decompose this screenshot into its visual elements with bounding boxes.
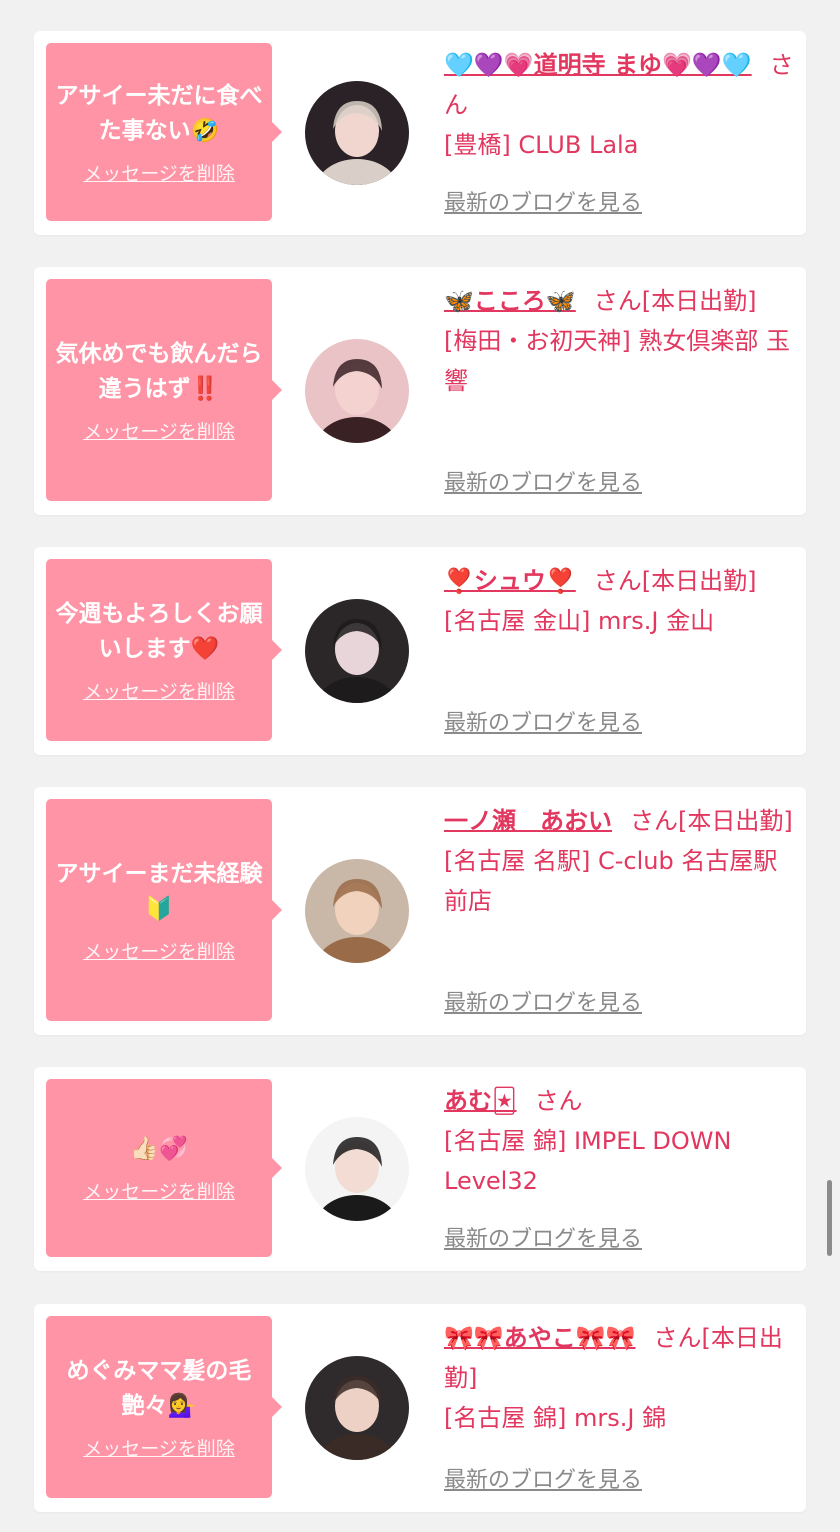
cast-name-link[interactable]: 🦋こころ🦋: [444, 287, 576, 315]
message-card: 👍🏻💞 メッセージを削除 あむ🃏 さん [名古屋 錦] IMPEL DOWN Le…: [34, 1067, 806, 1271]
message-text: アサイーまだ未経験🔰: [55, 860, 263, 922]
cast-info: 一ノ瀬 あおい さん[本日出勤] [名古屋 名駅] C-club 名古屋駅前店: [444, 801, 794, 921]
cast-avatar[interactable]: [305, 339, 409, 443]
cast-name-suffix: さん[本日出勤]: [630, 807, 793, 835]
delete-message-link[interactable]: メッセージを削除: [83, 417, 235, 444]
cast-avatar[interactable]: [305, 81, 409, 185]
latest-blog-link[interactable]: 最新のブログを見る: [444, 705, 642, 737]
shop-name: [梅田・お初天神] 熟女倶楽部 玉響: [444, 327, 790, 395]
latest-blog-link[interactable]: 最新のブログを見る: [444, 1221, 642, 1253]
cast-avatar[interactable]: [305, 1356, 409, 1460]
message-bubble: アサイー未だに食べた事ない🤣 メッセージを削除: [46, 43, 282, 221]
cast-name-link[interactable]: 🩵💜💗道明寺 まゆ💗💜🩵: [444, 51, 752, 79]
message-bubble: アサイーまだ未経験🔰 メッセージを削除: [46, 799, 282, 1021]
cast-name-link[interactable]: あむ🃏: [444, 1087, 517, 1115]
delete-message-link[interactable]: メッセージを削除: [83, 1434, 235, 1461]
shop-name: [名古屋 錦] IMPEL DOWN Level32: [444, 1127, 732, 1195]
message-card: 今週もよろしくお願いします❤️ メッセージを削除 ❣️シュウ❣️ さん[本日出勤]…: [34, 547, 806, 755]
cast-avatar[interactable]: [305, 599, 409, 703]
delete-message-link[interactable]: メッセージを削除: [83, 159, 235, 186]
latest-blog-link[interactable]: 最新のブログを見る: [444, 985, 642, 1017]
cast-info: ❣️シュウ❣️ さん[本日出勤] [名古屋 金山] mrs.J 金山: [444, 561, 794, 641]
message-text: めぐみママ髪の毛艶々💁‍♀️: [66, 1357, 252, 1419]
message-card: アサイー未だに食べた事ない🤣 メッセージを削除 🩵💜💗道明寺 まゆ💗💜🩵 さん […: [34, 31, 806, 235]
cast-name-suffix: さん[本日出勤]: [593, 287, 757, 315]
cast-name-suffix: さん: [534, 1087, 583, 1115]
shop-name: [名古屋 金山] mrs.J 金山: [444, 607, 715, 635]
message-bubble: 気休めでも飲んだら違うはず‼️ メッセージを削除: [46, 279, 282, 501]
scrollbar[interactable]: [827, 1180, 832, 1256]
message-text: アサイー未だに食べた事ない🤣: [55, 82, 263, 144]
message-text: 気休めでも飲んだら違うはず‼️: [55, 340, 263, 402]
message-text: 今週もよろしくお願いします❤️: [55, 600, 263, 662]
cast-name-link[interactable]: ❣️シュウ❣️: [444, 567, 576, 595]
message-card: 気休めでも飲んだら違うはず‼️ メッセージを削除 🦋こころ🦋 さん[本日出勤] […: [34, 267, 806, 515]
message-bubble: めぐみママ髪の毛艶々💁‍♀️ メッセージを削除: [46, 1316, 282, 1498]
cast-name-link[interactable]: 一ノ瀬 あおい: [444, 807, 612, 835]
latest-blog-link[interactable]: 最新のブログを見る: [444, 185, 642, 217]
delete-message-link[interactable]: メッセージを削除: [83, 677, 235, 704]
shop-name: [名古屋 錦] mrs.J 錦: [444, 1404, 667, 1432]
cast-avatar[interactable]: [305, 1117, 409, 1221]
message-card: アサイーまだ未経験🔰 メッセージを削除 一ノ瀬 あおい さん[本日出勤] [名古屋…: [34, 787, 806, 1035]
shop-name: [名古屋 名駅] C-club 名古屋駅前店: [444, 847, 778, 915]
message-bubble: 今週もよろしくお願いします❤️ メッセージを削除: [46, 559, 282, 741]
latest-blog-link[interactable]: 最新のブログを見る: [444, 1462, 642, 1494]
message-text: 👍🏻💞: [130, 1136, 188, 1162]
delete-message-link[interactable]: メッセージを削除: [83, 1177, 235, 1204]
cast-info: 🦋こころ🦋 さん[本日出勤] [梅田・お初天神] 熟女倶楽部 玉響: [444, 281, 794, 401]
cast-info: 🎀🎀あやこ🎀🎀 さん[本日出勤] [名古屋 錦] mrs.J 錦: [444, 1318, 794, 1438]
cast-info: あむ🃏 さん [名古屋 錦] IMPEL DOWN Level32: [444, 1081, 794, 1201]
shop-name: [豊橋] CLUB Lala: [444, 131, 639, 159]
cast-avatar[interactable]: [305, 859, 409, 963]
latest-blog-link[interactable]: 最新のブログを見る: [444, 465, 642, 497]
cast-info: 🩵💜💗道明寺 まゆ💗💜🩵 さん [豊橋] CLUB Lala: [444, 45, 794, 165]
cast-name-link[interactable]: 🎀🎀あやこ🎀🎀: [444, 1324, 636, 1352]
message-bubble: 👍🏻💞 メッセージを削除: [46, 1079, 282, 1257]
delete-message-link[interactable]: メッセージを削除: [83, 937, 235, 964]
cast-name-suffix: さん[本日出勤]: [593, 567, 757, 595]
message-card: めぐみママ髪の毛艶々💁‍♀️ メッセージを削除 🎀🎀あやこ🎀🎀 さん[本日出勤] …: [34, 1304, 806, 1512]
message-list: アサイー未だに食べた事ない🤣 メッセージを削除 🩵💜💗道明寺 まゆ💗💜🩵 さん […: [0, 0, 840, 1532]
